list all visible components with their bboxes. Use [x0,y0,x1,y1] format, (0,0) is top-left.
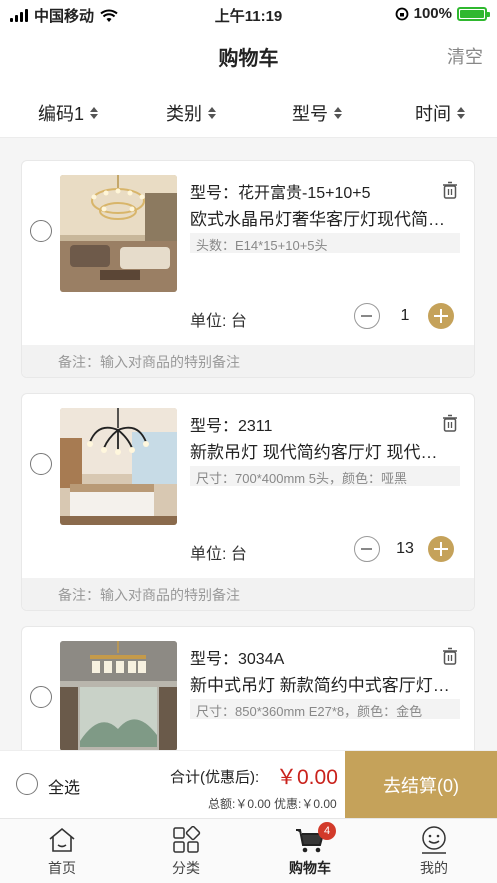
decrease-quantity-button[interactable] [354,536,380,562]
product-image[interactable] [60,641,177,750]
product-image[interactable] [60,175,177,292]
remark-input[interactable]: 备注：输入对商品的特别备注 [22,345,474,377]
product-unit: 单位: 台 [190,540,247,564]
sort-arrows-icon [334,107,342,119]
sort-model-label: 型号 [292,104,328,124]
remark-input[interactable]: 备注：输入对商品的特别备注 [22,578,474,610]
tab-cart-label: 购物车 [289,860,331,876]
tab-category-label: 分类 [172,860,200,876]
trash-icon[interactable] [442,414,458,432]
carrier-label: 中国移动 [34,8,95,25]
wifi-icon [100,9,118,22]
status-left: 中国移动 [10,5,118,26]
unit-value: 台 [230,546,247,563]
product-model: 型号：2311 [190,418,273,435]
sort-model[interactable]: 型号 [292,100,342,126]
item-select-radio[interactable] [30,220,52,242]
category-icon [173,826,201,853]
sort-code[interactable]: 编码1 [38,100,99,126]
quantity-value[interactable]: 13 [384,540,426,558]
total-value: ￥0.00 [276,766,338,789]
product-image[interactable] [60,408,177,525]
tab-profile[interactable]: 我的 [372,819,496,883]
select-all-radio[interactable] [16,773,38,795]
signal-icon [10,9,28,22]
battery-icon [457,6,490,21]
status-right: 100% [395,5,490,22]
product-description: 新款吊灯 现代简约客厅灯 现代美式风格 [190,443,452,462]
nav-bar: 购物车 清空 [0,30,497,80]
tab-cart[interactable]: 4 购物车 [248,819,372,883]
total-label: 合计(优惠后): [170,769,260,786]
sort-bar: 编码1 类别 型号 时间 [0,80,497,138]
cart-badge: 4 [318,822,336,840]
page-title: 购物车 [218,48,279,70]
battery-percent: 100% [413,5,452,22]
unit-label: 单位: [190,313,227,330]
item-select-radio[interactable] [30,453,52,475]
trash-icon[interactable] [442,647,458,665]
product-unit: 单位: 台 [190,307,247,331]
cart-item: 型号：2311 新款吊灯 现代简约客厅灯 现代美式风格 尺寸：700*400mm… [21,393,475,611]
home-icon [49,827,75,852]
subtotal-summary: 总额:￥0.00 优惠:￥0.00 [208,797,337,811]
unit-label: 单位: [190,546,227,563]
clear-button[interactable]: 清空 [447,43,483,69]
product-spec: 头数：E14*15+10+5头 [190,233,460,253]
sort-arrows-icon [90,107,99,119]
trash-icon[interactable] [442,181,458,199]
product-spec: 尺寸：850*360mm E27*8，颜色：金色 [190,699,460,719]
item-select-radio[interactable] [30,686,52,708]
unit-value: 台 [230,313,247,330]
tab-home[interactable]: 首页 [0,819,124,883]
sort-time[interactable]: 时间 [415,100,465,126]
checkout-button[interactable]: 去结算(0) [345,751,497,819]
select-all-label[interactable]: 全选 [48,774,80,798]
product-spec: 尺寸：700*400mm 5头，颜色：哑黑 [190,466,460,486]
product-model: 型号：3034A [190,651,285,668]
profile-icon [422,826,446,854]
cart-item: 型号：3034A 新中式吊灯 新款简约中式客厅灯饰灯具 尺寸：850*360mm… [21,626,475,750]
tab-bar: 首页 分类 4 购物车 我的 [0,818,497,883]
cart-item: 型号：花开富贵-15+10+5 欧式水晶吊灯奢华客厅灯现代简约大气 头数：E14… [21,160,475,378]
sort-arrows-icon [208,107,216,119]
sort-time-label: 时间 [415,104,451,124]
product-model: 型号：花开富贵-15+10+5 [190,185,371,202]
sort-code-label: 编码1 [38,104,85,124]
product-description: 欧式水晶吊灯奢华客厅灯现代简约大气 [190,210,452,229]
product-description: 新中式吊灯 新款简约中式客厅灯饰灯具 [190,676,452,695]
quantity-value[interactable]: 1 [384,307,426,325]
tab-home-label: 首页 [48,860,76,876]
increase-quantity-button[interactable] [428,303,454,329]
sort-category[interactable]: 类别 [166,100,216,126]
decrease-quantity-button[interactable] [354,303,380,329]
sort-arrows-icon [457,107,465,119]
increase-quantity-button[interactable] [428,536,454,562]
tab-profile-label: 我的 [420,860,448,876]
sort-category-label: 类别 [166,104,202,124]
rotation-lock-icon [395,7,409,20]
tab-category[interactable]: 分类 [124,819,248,883]
status-bar: 中国移动 上午11:19 100% [0,0,497,30]
checkout-bar: 全选 合计(优惠后): ￥0.00 总额:￥0.00 优惠:￥0.00 去结算(… [0,750,497,819]
